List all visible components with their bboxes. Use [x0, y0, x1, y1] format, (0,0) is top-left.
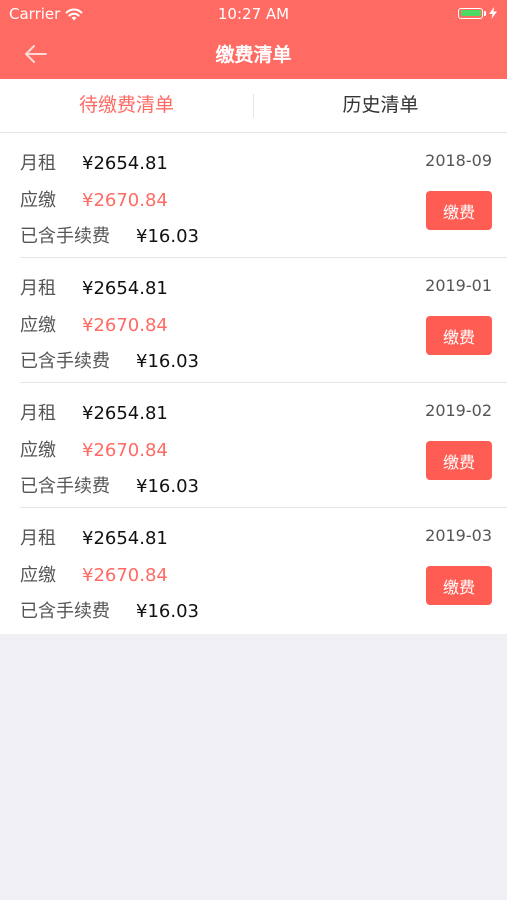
rent-label: 月租: [20, 153, 56, 174]
bill-period: 2019-02: [425, 401, 492, 420]
due-row: 应缴 ¥2670.84: [20, 436, 168, 462]
fee-amount: ¥16.03: [136, 601, 199, 622]
pay-button[interactable]: 缴费: [426, 316, 492, 355]
due-row: 应缴 ¥2670.84: [20, 561, 168, 587]
bill-item: 月租 ¥2654.81 2019-03 应缴 ¥2670.84 缴费 已含手续费…: [0, 508, 507, 633]
rent-row: 月租 ¥2654.81: [20, 149, 168, 175]
rent-amount: ¥2654.81: [82, 528, 168, 549]
header: Carrier 10:27 AM 缴费清单: [0, 0, 507, 79]
fee-label: 已含手续费: [20, 351, 110, 372]
bill-period: 2018-09: [425, 151, 492, 170]
battery-icon: [458, 7, 497, 19]
page-title: 缴费清单: [215, 44, 292, 66]
rent-label: 月租: [20, 278, 56, 299]
due-amount: ¥2670.84: [82, 315, 168, 336]
due-amount: ¥2670.84: [82, 565, 168, 586]
fee-amount: ¥16.03: [136, 351, 199, 372]
due-row: 应缴 ¥2670.84: [20, 311, 168, 337]
bill-item: 月租 ¥2654.81 2019-01 应缴 ¥2670.84 缴费 已含手续费…: [0, 258, 507, 383]
due-label: 应缴: [20, 565, 56, 586]
fee-row: 已含手续费 ¥16.03: [20, 347, 199, 373]
fee-row: 已含手续费 ¥16.03: [20, 472, 199, 498]
due-amount: ¥2670.84: [82, 190, 168, 211]
tab-bar: 待缴费清单 历史清单: [0, 79, 507, 133]
status-time: 10:27 AM: [217, 5, 290, 23]
fee-amount: ¥16.03: [136, 226, 199, 247]
rent-row: 月租 ¥2654.81: [20, 524, 168, 550]
pay-button[interactable]: 缴费: [426, 566, 492, 605]
pay-button[interactable]: 缴费: [426, 441, 492, 480]
due-label: 应缴: [20, 315, 56, 336]
charging-bolt-icon: [489, 7, 497, 19]
rent-label: 月租: [20, 528, 56, 549]
fee-label: 已含手续费: [20, 226, 110, 247]
fee-amount: ¥16.03: [136, 476, 199, 497]
rent-row: 月租 ¥2654.81: [20, 399, 168, 425]
rent-amount: ¥2654.81: [82, 153, 168, 174]
fee-row: 已含手续费 ¥16.03: [20, 597, 199, 623]
bill-list: 月租 ¥2654.81 2018-09 应缴 ¥2670.84 缴费 已含手续费…: [0, 133, 507, 634]
bill-item: 月租 ¥2654.81 2018-09 应缴 ¥2670.84 缴费 已含手续费…: [0, 133, 507, 258]
tab-history-bills[interactable]: 历史清单: [254, 79, 507, 132]
bill-period: 2019-03: [425, 526, 492, 545]
due-label: 应缴: [20, 440, 56, 461]
fee-label: 已含手续费: [20, 476, 110, 497]
bill-period: 2019-01: [425, 276, 492, 295]
rent-amount: ¥2654.81: [82, 403, 168, 424]
rent-row: 月租 ¥2654.81: [20, 274, 168, 300]
bill-item: 月租 ¥2654.81 2019-02 应缴 ¥2670.84 缴费 已含手续费…: [0, 383, 507, 508]
pay-button[interactable]: 缴费: [426, 191, 492, 230]
due-label: 应缴: [20, 190, 56, 211]
due-row: 应缴 ¥2670.84: [20, 186, 168, 212]
rent-amount: ¥2654.81: [82, 278, 168, 299]
rent-label: 月租: [20, 403, 56, 424]
due-amount: ¥2670.84: [82, 440, 168, 461]
fee-label: 已含手续费: [20, 601, 110, 622]
tab-pending-bills[interactable]: 待缴费清单: [0, 79, 253, 132]
navigation-bar: 缴费清单: [0, 28, 507, 79]
status-bar: Carrier 10:27 AM: [0, 0, 507, 28]
fee-row: 已含手续费 ¥16.03: [20, 222, 199, 248]
